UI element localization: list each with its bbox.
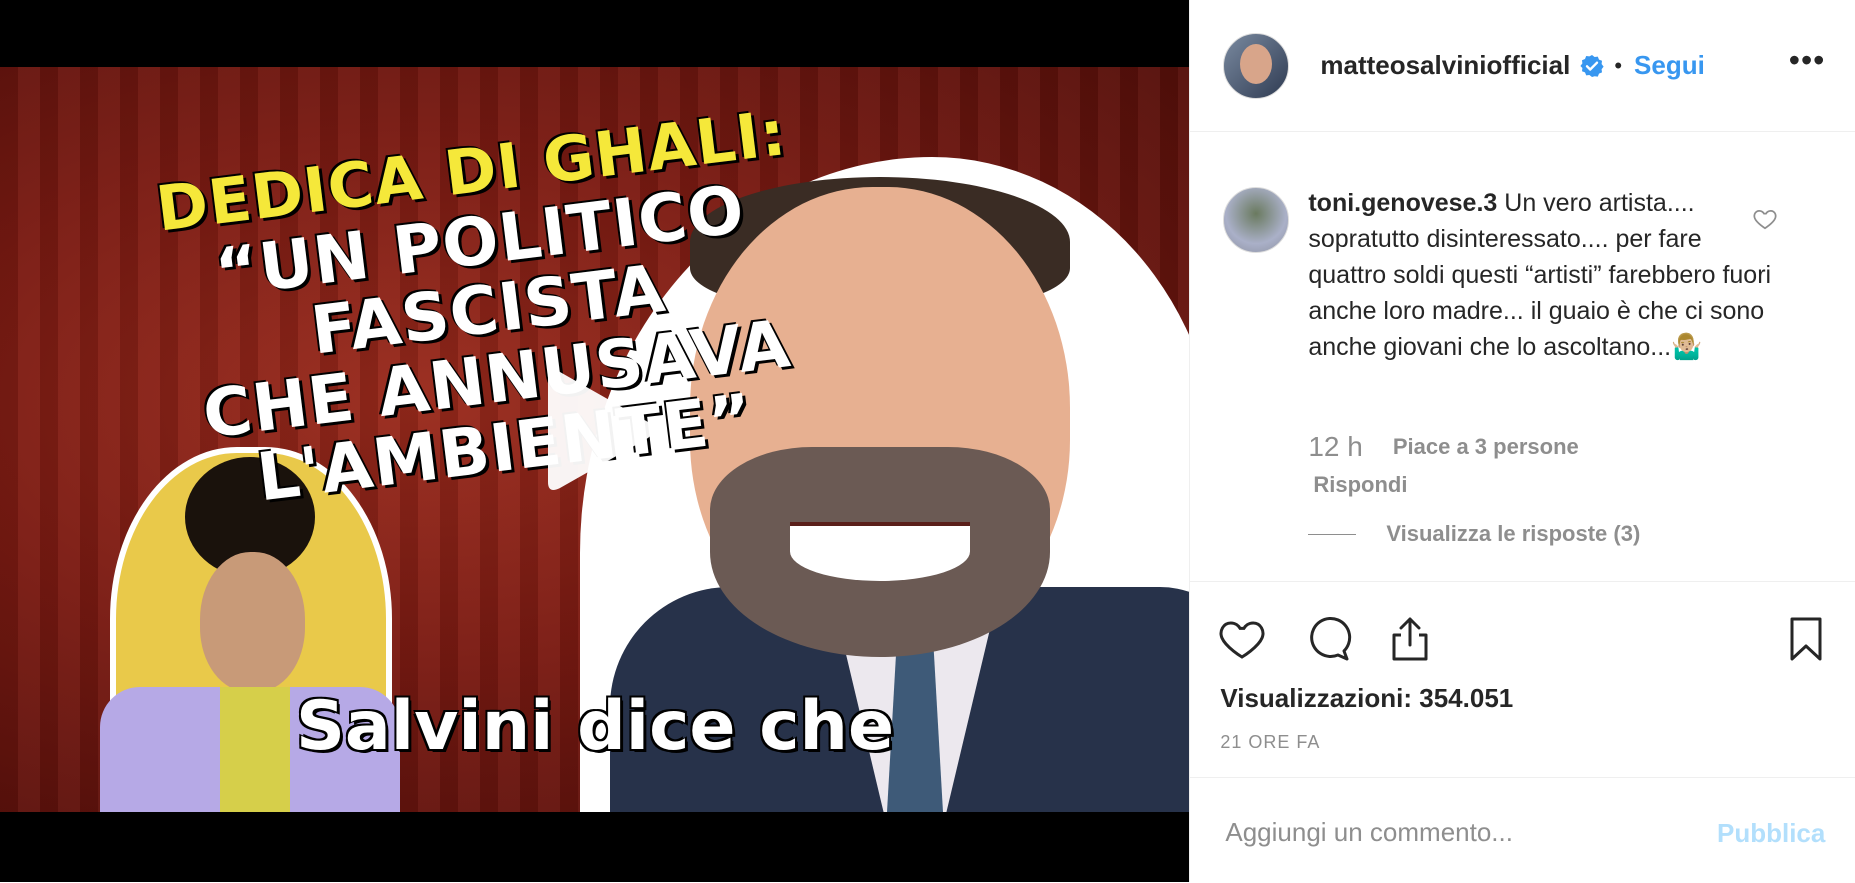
author-avatar[interactable] <box>1223 32 1290 99</box>
post-actions <box>1190 582 1855 672</box>
comments-section: toni.genovese.3 Un vero artista.... sopr… <box>1190 131 1855 582</box>
follow-button[interactable]: Segui <box>1634 50 1705 81</box>
header-separator: • <box>1614 52 1623 78</box>
comment-like-heart-icon[interactable] <box>1752 206 1778 232</box>
more-options-icon[interactable]: ••• <box>1789 42 1826 79</box>
reply-button[interactable]: Rispondi <box>1313 472 1407 498</box>
verified-badge-icon <box>1580 54 1604 78</box>
add-comment-bar: Pubblica <box>1190 777 1855 883</box>
view-replies-label: Visualizza le risposte (3) <box>1386 521 1641 546</box>
play-button[interactable] <box>520 360 660 500</box>
author-username[interactable]: matteosalviniofficial <box>1320 50 1570 81</box>
comment-likes[interactable]: Piace a 3 persone <box>1393 434 1579 460</box>
play-icon <box>548 370 653 490</box>
bookmark-icon[interactable] <box>1780 613 1832 665</box>
post-age[interactable]: 21 ORE FA <box>1220 732 1320 753</box>
add-comment-input[interactable] <box>1223 806 1668 858</box>
post-header: matteosalviniofficial • Segui ••• <box>1190 0 1855 132</box>
replies-divider-line <box>1308 533 1357 535</box>
comment-meta: 12 h Piace a 3 persone <box>1308 431 1578 463</box>
post-sidebar: matteosalviniofficial • Segui ••• toni.g… <box>1189 0 1855 882</box>
view-replies-link[interactable]: Visualizza le risposte (3) <box>1308 521 1640 547</box>
commenter-username[interactable]: toni.genovese.3 <box>1308 189 1497 217</box>
commenter-avatar[interactable] <box>1223 187 1290 253</box>
comment-icon[interactable] <box>1300 613 1352 665</box>
view-count[interactable]: Visualizzazioni: 354.051 <box>1220 683 1513 714</box>
thumbnail-caption: Salvini dice che <box>295 687 895 766</box>
instagram-post-modal: DEDICA DI GHALI: “UN POLITICO FASCISTA C… <box>0 0 1855 882</box>
comment-time: 12 h <box>1308 431 1363 462</box>
heart-icon[interactable] <box>1216 613 1268 665</box>
share-icon[interactable] <box>1384 613 1436 665</box>
video-player[interactable]: DEDICA DI GHALI: “UN POLITICO FASCISTA C… <box>0 0 1190 882</box>
comment-body: toni.genovese.3 Un vero artista.... sopr… <box>1308 185 1778 365</box>
publish-button[interactable]: Pubblica <box>1717 818 1825 849</box>
